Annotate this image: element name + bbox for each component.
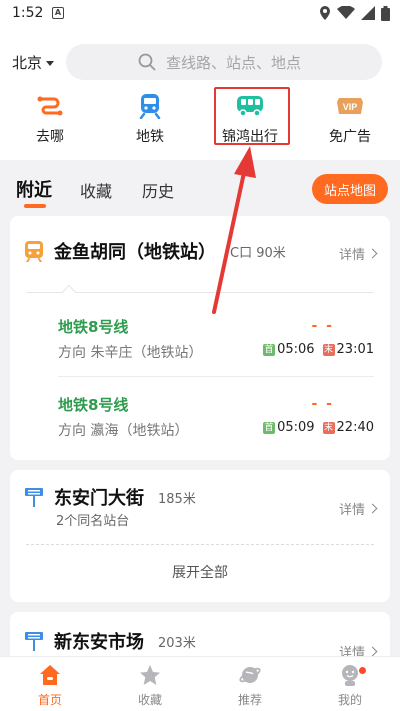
- station-card[interactable]: 金鱼胡同（地铁站） C口 90米 详情 地铁8号线 方向 朱辛庄（地铁站） - …: [10, 216, 390, 460]
- search-icon: [138, 53, 156, 71]
- battery-icon: [381, 5, 390, 21]
- nav-profile[interactable]: 我的: [300, 663, 400, 708]
- bus-stop-icon: [25, 488, 43, 507]
- station-distance: 185米: [158, 491, 196, 507]
- route-icon: [37, 92, 63, 120]
- detail-link[interactable]: 详情: [338, 499, 378, 518]
- line-name: 地铁8号线: [58, 318, 129, 336]
- highlight-box: [214, 87, 290, 145]
- divider: [26, 544, 374, 545]
- station-header: 金鱼胡同（地铁站） C口 90米: [24, 238, 286, 264]
- first-train-tag: 首: [263, 421, 276, 434]
- tab-underline: [24, 204, 46, 208]
- vip-icon: VIP: [336, 92, 364, 120]
- nav-label: 首页: [37, 693, 62, 707]
- quick-action-label: 免广告: [329, 129, 371, 145]
- status-bar: 1:52 A: [0, 0, 400, 28]
- line-row[interactable]: 地铁8号线 方向 朱辛庄（地铁站） - - 首 05:06 末 23:01: [58, 316, 374, 388]
- tab-history[interactable]: 历史: [142, 178, 174, 202]
- first-train-time: 05:06: [277, 342, 315, 357]
- expand-all-button[interactable]: 展开全部: [10, 562, 390, 582]
- first-train-tag: 首: [263, 343, 276, 356]
- home-icon: [40, 665, 60, 685]
- quick-action-label: 地铁: [136, 129, 164, 145]
- caret-down-icon: [46, 61, 55, 66]
- quick-actions: 去哪 地铁 锦鸿出行 VIP 免广告: [0, 92, 400, 152]
- notification-dot: [359, 667, 366, 674]
- star-icon: [140, 665, 160, 685]
- subway-station-icon: [25, 241, 43, 262]
- quick-action-vip[interactable]: VIP 免广告: [300, 92, 400, 152]
- quick-action-subway[interactable]: 地铁: [100, 92, 200, 152]
- last-train-time: 23:01: [336, 342, 374, 357]
- subway-icon: [138, 92, 162, 120]
- city-selector[interactable]: 北京: [12, 52, 55, 73]
- line-row[interactable]: 地铁8号线 方向 瀛海（地铁站） - - 首 05:09 末 22:40: [58, 394, 374, 466]
- profile-icon: [342, 665, 358, 686]
- status-icons: [319, 5, 390, 21]
- last-train-tag: 末: [322, 421, 335, 434]
- signal-icon: [361, 6, 375, 20]
- station-card[interactable]: 东安门大街 185米 2个同名站台 详情 展开全部: [10, 470, 390, 602]
- detail-link[interactable]: 详情: [338, 244, 378, 263]
- nav-label: 推荐: [237, 693, 262, 707]
- bottom-nav: 首页 收藏 推荐 我的: [0, 656, 400, 711]
- nav-label: 收藏: [137, 693, 162, 707]
- station-header: 东安门大街 185米: [24, 484, 196, 510]
- quick-action-label: 去哪: [36, 129, 64, 145]
- row-divider: [58, 376, 374, 377]
- service-times: 首 05:06 末 23:01: [263, 342, 374, 357]
- status-time: 1:52: [12, 5, 44, 21]
- station-header: 新东安市场 203米: [24, 628, 196, 654]
- planet-icon: [239, 667, 261, 683]
- wifi-icon: [337, 6, 355, 19]
- bus-stop-icon: [25, 632, 43, 651]
- line-direction: 方向 朱辛庄（地铁站）: [58, 345, 203, 361]
- service-times: 首 05:09 末 22:40: [263, 420, 374, 435]
- top-panel: 1:52 A 北京 查线路、站点、地点 去哪 地铁 锦鸿出行 VIP 免广告: [0, 0, 400, 160]
- realtime-status: - -: [311, 396, 334, 412]
- chevron-right-icon: [367, 646, 378, 657]
- station-subtitle: 2个同名站台: [56, 514, 130, 529]
- nav-home[interactable]: 首页: [0, 663, 100, 708]
- station-name: 新东安市场: [54, 632, 144, 653]
- line-direction: 方向 瀛海（地铁站）: [58, 423, 189, 439]
- chevron-right-icon: [367, 503, 378, 514]
- realtime-status: - -: [311, 318, 334, 334]
- chevron-right-icon: [367, 248, 378, 259]
- tab-nearby[interactable]: 附近: [16, 176, 52, 202]
- station-map-button[interactable]: 站点地图: [312, 174, 388, 204]
- location-icon: [320, 6, 330, 20]
- station-distance: C口 90米: [230, 245, 286, 261]
- nav-favorites[interactable]: 收藏: [100, 663, 200, 708]
- nav-label: 我的: [337, 693, 362, 707]
- detail-label: 详情: [338, 248, 365, 263]
- station-name: 金鱼胡同（地铁站）: [54, 242, 216, 263]
- divider: [26, 292, 374, 293]
- first-train-time: 05:09: [277, 420, 315, 435]
- svg-text:VIP: VIP: [343, 102, 358, 112]
- nav-recommend[interactable]: 推荐: [200, 663, 300, 708]
- city-label: 北京: [12, 54, 43, 72]
- station-distance: 203米: [158, 635, 196, 651]
- station-name: 东安门大街: [54, 488, 144, 509]
- search-placeholder: 查线路、站点、地点: [166, 53, 302, 72]
- divider-notch: [61, 284, 77, 300]
- search-bar[interactable]: 查线路、站点、地点: [66, 44, 382, 80]
- quick-action-route[interactable]: 去哪: [0, 92, 100, 152]
- line-name: 地铁8号线: [58, 396, 129, 414]
- detail-label: 详情: [338, 503, 365, 518]
- last-train-time: 22:40: [336, 420, 374, 435]
- notification-icon: A: [52, 7, 64, 19]
- last-train-tag: 末: [322, 343, 335, 356]
- tab-favorites[interactable]: 收藏: [80, 178, 112, 202]
